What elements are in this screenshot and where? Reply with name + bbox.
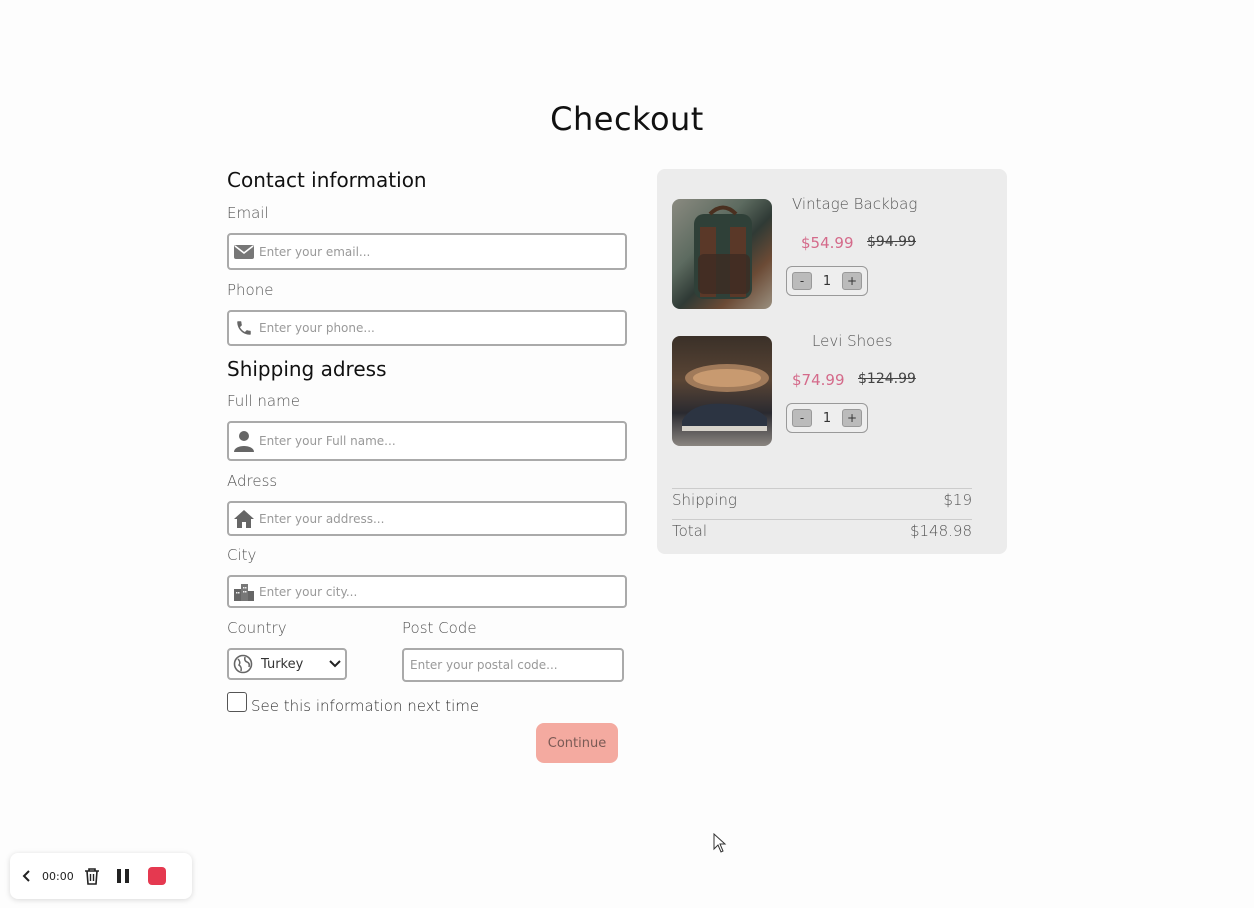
city-field[interactable] (227, 575, 627, 608)
product-price: $74.99 (792, 371, 845, 389)
country-select[interactable]: Turkey (227, 648, 347, 680)
order-summary: Vintage Backbag $54.99 $94.99 - 1 + Levi… (657, 169, 1007, 554)
phone-icon (229, 319, 259, 337)
quantity-value: 1 (822, 410, 832, 426)
quantity-stepper: - 1 + (786, 266, 868, 296)
product-name: Vintage Backbag (792, 195, 918, 213)
city-input[interactable] (259, 584, 625, 599)
email-label: Email (227, 204, 269, 222)
address-field[interactable] (227, 501, 627, 536)
pause-icon[interactable] (116, 868, 130, 884)
postcode-field[interactable] (402, 648, 624, 682)
shipping-label: Shipping (672, 491, 737, 509)
fullname-field[interactable] (227, 421, 627, 461)
decrease-qty-button[interactable]: - (792, 272, 812, 290)
home-icon (229, 509, 259, 529)
chevron-down-icon (329, 660, 341, 668)
chevron-left-icon[interactable] (22, 869, 32, 883)
email-field[interactable] (227, 233, 627, 270)
shipping-row: Shipping $19 (672, 488, 972, 509)
mouse-cursor-icon (713, 832, 727, 857)
decrease-qty-button[interactable]: - (792, 409, 812, 427)
address-input[interactable] (259, 511, 625, 526)
increase-qty-button[interactable]: + (842, 272, 862, 290)
phone-input[interactable] (259, 321, 625, 335)
quantity-stepper: - 1 + (786, 403, 868, 433)
phone-field[interactable] (227, 310, 627, 346)
email-input[interactable] (259, 244, 625, 259)
remember-label: See this information next time (251, 697, 480, 715)
phone-label: Phone (227, 281, 274, 299)
total-row: Total $148.98 (672, 519, 972, 540)
postcode-label: Post Code (402, 619, 477, 637)
continue-button[interactable]: Continue (536, 723, 618, 763)
increase-qty-button[interactable]: + (842, 409, 862, 427)
shoes-image (672, 336, 772, 446)
total-value: $148.98 (909, 522, 972, 540)
person-icon (229, 430, 259, 452)
recording-time: 00:00 (42, 869, 74, 883)
fullname-label: Full name (227, 392, 300, 410)
city-icon (229, 583, 259, 601)
postcode-input[interactable] (410, 658, 622, 672)
city-label: City (227, 546, 257, 564)
product-price: $54.99 (801, 234, 854, 252)
product-old-price: $124.99 (858, 371, 916, 387)
shipping-section-title: Shipping adress (227, 357, 387, 381)
fullname-input[interactable] (259, 434, 625, 448)
stop-recording-button[interactable] (147, 867, 166, 885)
product-name: Levi Shoes (812, 332, 893, 350)
address-label: Adress (227, 472, 278, 490)
total-label: Total (672, 522, 708, 540)
country-value: Turkey (261, 656, 304, 672)
globe-icon (233, 654, 253, 674)
product-old-price: $94.99 (867, 234, 916, 250)
shipping-value: $19 (943, 491, 972, 509)
contact-section-title: Contact information (227, 168, 427, 192)
trash-icon[interactable] (84, 867, 100, 885)
screen-recorder-toolbar: 00:00 (10, 853, 192, 899)
backpack-image (672, 199, 772, 309)
quantity-value: 1 (822, 273, 832, 289)
remember-checkbox[interactable] (227, 692, 247, 712)
envelope-icon (229, 244, 259, 260)
country-label: Country (227, 619, 287, 637)
page-title: Checkout (550, 100, 704, 138)
